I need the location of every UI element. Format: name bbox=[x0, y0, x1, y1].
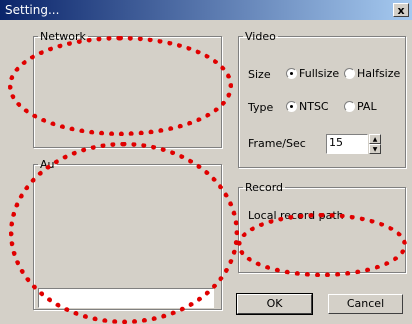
type-ntsc-label[interactable]: NTSC bbox=[299, 100, 329, 113]
cancel-button[interactable]: Cancel bbox=[328, 294, 403, 314]
redaction-network-area bbox=[8, 36, 233, 136]
frame-rate-input[interactable]: 15 bbox=[326, 134, 368, 154]
type-label: Type bbox=[248, 101, 274, 114]
close-button[interactable]: x bbox=[393, 3, 409, 17]
record-legend: Record bbox=[245, 181, 284, 194]
frame-label: Frame/Sec bbox=[248, 137, 306, 150]
type-ntsc-radio[interactable] bbox=[286, 101, 297, 112]
redaction-audio-area bbox=[9, 142, 239, 324]
settings-dialog: Setting... x Network Au Video Size Fulls… bbox=[0, 0, 412, 324]
size-halfsize-label[interactable]: Halfsize bbox=[357, 67, 400, 80]
frame-rate-stepper[interactable]: ▲ ▼ bbox=[369, 134, 381, 154]
title-bar[interactable]: Setting... x bbox=[0, 0, 412, 20]
redaction-record-path-area bbox=[237, 213, 407, 277]
type-pal-label[interactable]: PAL bbox=[357, 100, 377, 113]
size-fullsize-radio[interactable] bbox=[286, 68, 297, 79]
size-halfsize-radio[interactable] bbox=[344, 68, 355, 79]
spin-up-icon[interactable]: ▲ bbox=[369, 134, 381, 144]
ok-button[interactable]: OK bbox=[236, 293, 313, 315]
size-fullsize-label[interactable]: Fullsize bbox=[299, 67, 339, 80]
window-title: Setting... bbox=[5, 3, 60, 17]
video-legend: Video bbox=[245, 30, 276, 43]
spin-down-icon[interactable]: ▼ bbox=[369, 144, 381, 154]
size-label: Size bbox=[248, 68, 271, 81]
type-pal-radio[interactable] bbox=[344, 101, 355, 112]
